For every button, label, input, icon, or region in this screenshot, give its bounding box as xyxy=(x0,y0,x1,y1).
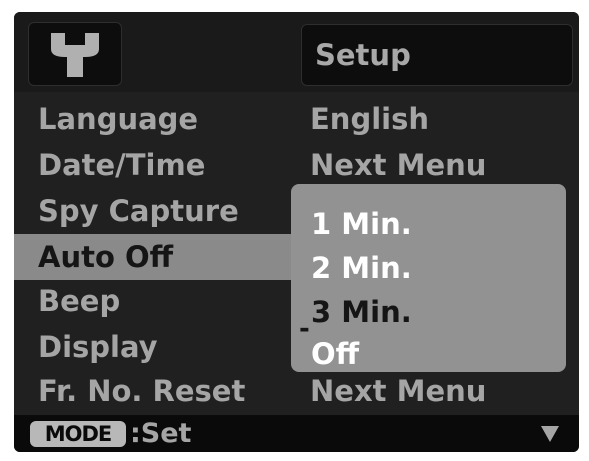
header-bar: Setup xyxy=(14,12,579,92)
menu-item-beep[interactable]: Beep xyxy=(38,283,120,319)
mode-button[interactable]: MODE xyxy=(30,421,126,447)
menu-item-fr-no-reset[interactable]: Fr. No. Reset xyxy=(38,373,245,409)
screen-title: Setup xyxy=(315,38,411,72)
option-off[interactable]: Off xyxy=(311,336,359,372)
option-3-min[interactable]: 3 Min. xyxy=(311,294,412,330)
auto-off-options-popup: 1 Min. 2 Min. - 3 Min. Off xyxy=(291,184,566,372)
menu-item-date-time[interactable]: Date/Time xyxy=(38,147,205,183)
current-option-marker: - xyxy=(299,314,310,344)
down-arrow-icon[interactable] xyxy=(541,426,559,442)
menu-value-date-time: Next Menu xyxy=(310,148,487,182)
screen-title-box: Setup xyxy=(301,24,573,86)
option-1-min[interactable]: 1 Min. xyxy=(311,206,412,242)
wrench-icon xyxy=(51,33,99,77)
footer-bar: MODE :Set xyxy=(14,415,579,452)
menu-item-language[interactable]: Language xyxy=(38,101,198,137)
setup-tab[interactable] xyxy=(28,22,122,86)
menu-value-fr-no-reset: Next Menu xyxy=(310,374,487,408)
menu-item-display[interactable]: Display xyxy=(38,329,158,365)
menu-item-spy-capture[interactable]: Spy Capture xyxy=(38,193,239,229)
camera-setup-screen: Setup Language English Date/Time Next Me… xyxy=(14,12,579,452)
menu-value-language: English xyxy=(310,102,430,136)
option-2-min[interactable]: 2 Min. xyxy=(311,250,412,286)
menu-item-auto-off[interactable]: Auto Off xyxy=(38,239,173,275)
set-action-label: :Set xyxy=(130,418,192,449)
